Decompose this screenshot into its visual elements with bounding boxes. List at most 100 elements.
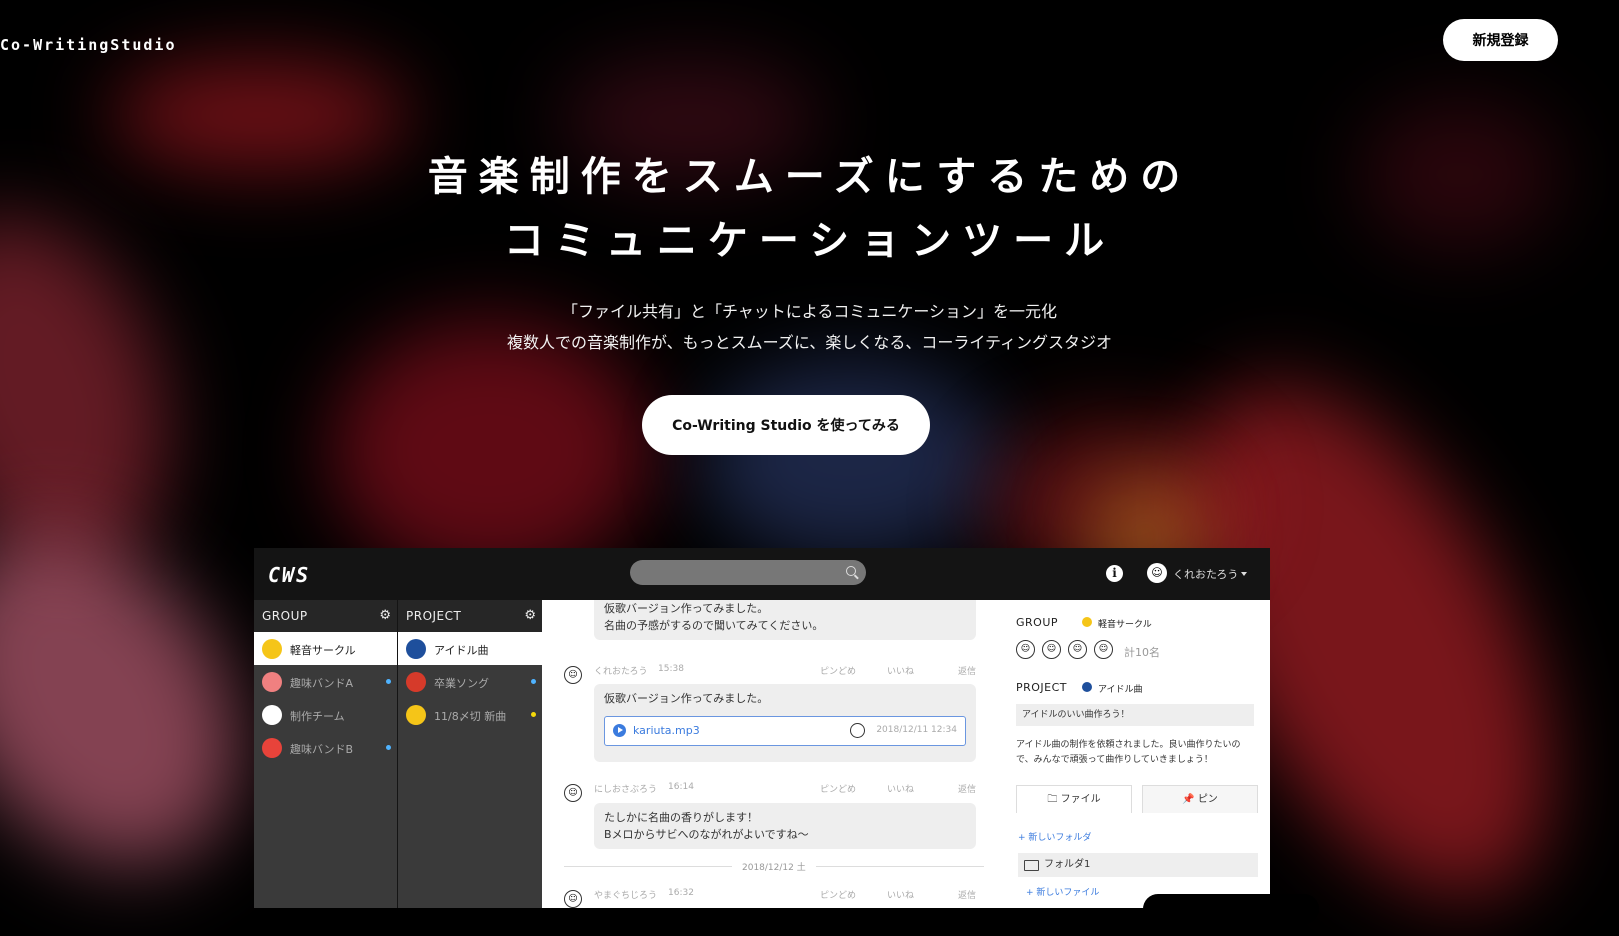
group-item: 趣味バンドB: [254, 731, 397, 764]
group-item-label: 趣味バンドA: [290, 677, 354, 690]
hero-subtitle: 「ファイル共有」と「チャットによるコミュニケーション」を一元化 複数人での音楽制…: [0, 296, 1619, 358]
new-folder-link: + 新しいフォルダ: [1018, 833, 1092, 843]
group-icon: [1082, 617, 1092, 627]
member-avatar: ☺: [1068, 640, 1087, 659]
play-icon: [613, 724, 626, 737]
folder-row: フォルダ1: [1018, 853, 1258, 877]
reply-action: 返信: [958, 891, 977, 901]
project-header-title: PROJECT: [406, 609, 462, 623]
member-count: 計10名: [1124, 646, 1160, 659]
user-avatar: ☺: [1147, 563, 1167, 583]
hero-subtitle-line2: 複数人での音楽制作が、もっとスムーズに、楽しくなる、コーライティングスタジオ: [506, 333, 1113, 352]
folder-name: フォルダ1: [1044, 859, 1091, 870]
avatar: ☺: [564, 784, 582, 802]
tab-pin: 📌 ピン: [1142, 785, 1258, 813]
chat-panel: 仮歌バージョン作ってみました。 名曲の予感がするので聞いてみてください。 ☺ く…: [542, 600, 1002, 908]
like-action: いいね: [887, 785, 915, 795]
app-search-input: [630, 560, 866, 585]
file-date: 2018/12/11 12:34: [876, 725, 957, 735]
folder-icon: 🗀: [1047, 794, 1061, 805]
project-icon: [406, 705, 426, 725]
gear-icon: ⚙: [379, 608, 391, 623]
reply-action: 返信: [958, 667, 977, 677]
hero-title: 音楽制作をスムーズにするための コミュニケーションツール: [0, 145, 1619, 273]
project-item: 卒業ソング: [398, 665, 542, 698]
project-column: PROJECT ⚙ アイドル曲 卒業ソング 11/8〆切 新曲: [398, 600, 542, 908]
project-header: PROJECT ⚙: [398, 600, 542, 632]
unread-dot: [386, 745, 391, 750]
project-icon: [406, 639, 426, 659]
tab-file: 🗀 ファイル: [1016, 785, 1132, 813]
chat-text: 名曲の予感がするので聞いてみてください。: [604, 619, 824, 632]
chat-text: たしかに名曲の香りがします！: [604, 811, 758, 824]
project-item-label: 11/8〆切 新曲: [434, 710, 507, 723]
tab-file-label: ファイル: [1060, 794, 1101, 805]
group-icon: [262, 672, 282, 692]
hero-title-line1: 音楽制作をスムーズにするための: [427, 154, 1192, 200]
group-item: 軽音サークル: [254, 632, 397, 665]
project-item-label: 卒業ソング: [434, 677, 489, 690]
unread-dot: [531, 679, 536, 684]
project-label: PROJECT: [1016, 681, 1068, 694]
unread-dot: [386, 679, 391, 684]
folder-icon: [1024, 860, 1039, 871]
project-description: アイドル曲の制作を依頼されました。良い曲作りたいので、みんなで頑張って曲作りして…: [1016, 740, 1241, 765]
floating-button[interactable]: [1143, 894, 1319, 924]
message-time: 15:38: [658, 664, 684, 674]
group-item: 趣味バンドA: [254, 665, 397, 698]
member-avatar: ☺: [1094, 640, 1113, 659]
user-name: くれおたろう: [1173, 568, 1239, 581]
app-logo: CWS: [268, 563, 311, 587]
group-icon: [262, 639, 282, 659]
group-name: 軽音サークル: [1098, 620, 1152, 630]
pin-action: ピンどめ: [820, 785, 857, 795]
chat-bubble: 仮歌バージョン作ってみました。 名曲の予感がするので聞いてみてください。: [594, 600, 976, 640]
avatar: [850, 723, 865, 738]
pin-icon: 📌: [1182, 794, 1198, 805]
gear-icon: ⚙: [524, 608, 536, 623]
like-action: いいね: [887, 891, 915, 901]
message-time: 16:14: [668, 782, 694, 792]
tab-pin-label: ピン: [1197, 794, 1218, 805]
message-author: くれおたろう: [594, 667, 648, 677]
group-header: GROUP ⚙: [254, 600, 397, 632]
project-icon: [406, 672, 426, 692]
group-item-label: 軽音サークル: [290, 644, 356, 657]
reply-action: 返信: [958, 785, 977, 795]
avatar: ☺: [564, 890, 582, 908]
project-item: 11/8〆切 新曲: [398, 698, 542, 731]
project-item-label: アイドル曲: [434, 644, 489, 657]
date-label: 2018/12/12 土: [732, 860, 816, 873]
hero-title-line2: コミュニケーションツール: [503, 218, 1116, 264]
new-file-link: + 新しいファイル: [1026, 888, 1100, 898]
site-logo[interactable]: Co-WritingStudio: [0, 36, 177, 54]
file-attachment: kariuta.mp3 2018/12/11 12:34: [604, 716, 966, 746]
group-column: GROUP ⚙ 軽音サークル 趣味バンドA 制作チーム 趣味バンドB: [254, 600, 397, 908]
message-author: にしおさぶろう: [594, 785, 658, 795]
group-item-label: 趣味バンドB: [290, 743, 354, 756]
info-icon: i: [1106, 565, 1123, 582]
message-time: 16:32: [668, 888, 694, 898]
member-avatar: ☺: [1042, 640, 1061, 659]
chat-bubble: たしかに名曲の香りがします！ Bメロからサビへのながれがよいですね〜: [594, 803, 976, 849]
pin-action: ピンどめ: [820, 891, 857, 901]
hero-subtitle-line1: 「ファイル共有」と「チャットによるコミュニケーション」を一元化: [561, 302, 1058, 321]
group-icon: [262, 738, 282, 758]
project-name: アイドル曲: [1098, 685, 1143, 695]
chevron-down-icon: [1241, 572, 1247, 576]
chat-text: 仮歌バージョン作ってみました。: [604, 602, 769, 615]
project-title-box: アイドルのいい曲作ろう！: [1016, 704, 1254, 726]
unread-dot: [531, 712, 536, 717]
like-action: いいね: [887, 667, 915, 677]
signup-button[interactable]: 新規登録: [1443, 19, 1558, 61]
chat-text: Bメロからサビへのながれがよいですね〜: [604, 828, 809, 841]
group-header-title: GROUP: [262, 609, 308, 623]
member-avatar: ☺: [1016, 640, 1035, 659]
group-label: GROUP: [1016, 616, 1059, 629]
file-name: kariuta.mp3: [633, 724, 700, 737]
group-item-label: 制作チーム: [290, 710, 345, 723]
avatar: ☺: [564, 666, 582, 684]
try-cta-button[interactable]: Co-Writing Studio を使ってみる: [642, 395, 930, 455]
pin-action: ピンどめ: [820, 667, 857, 677]
project-item: アイドル曲: [398, 632, 542, 665]
